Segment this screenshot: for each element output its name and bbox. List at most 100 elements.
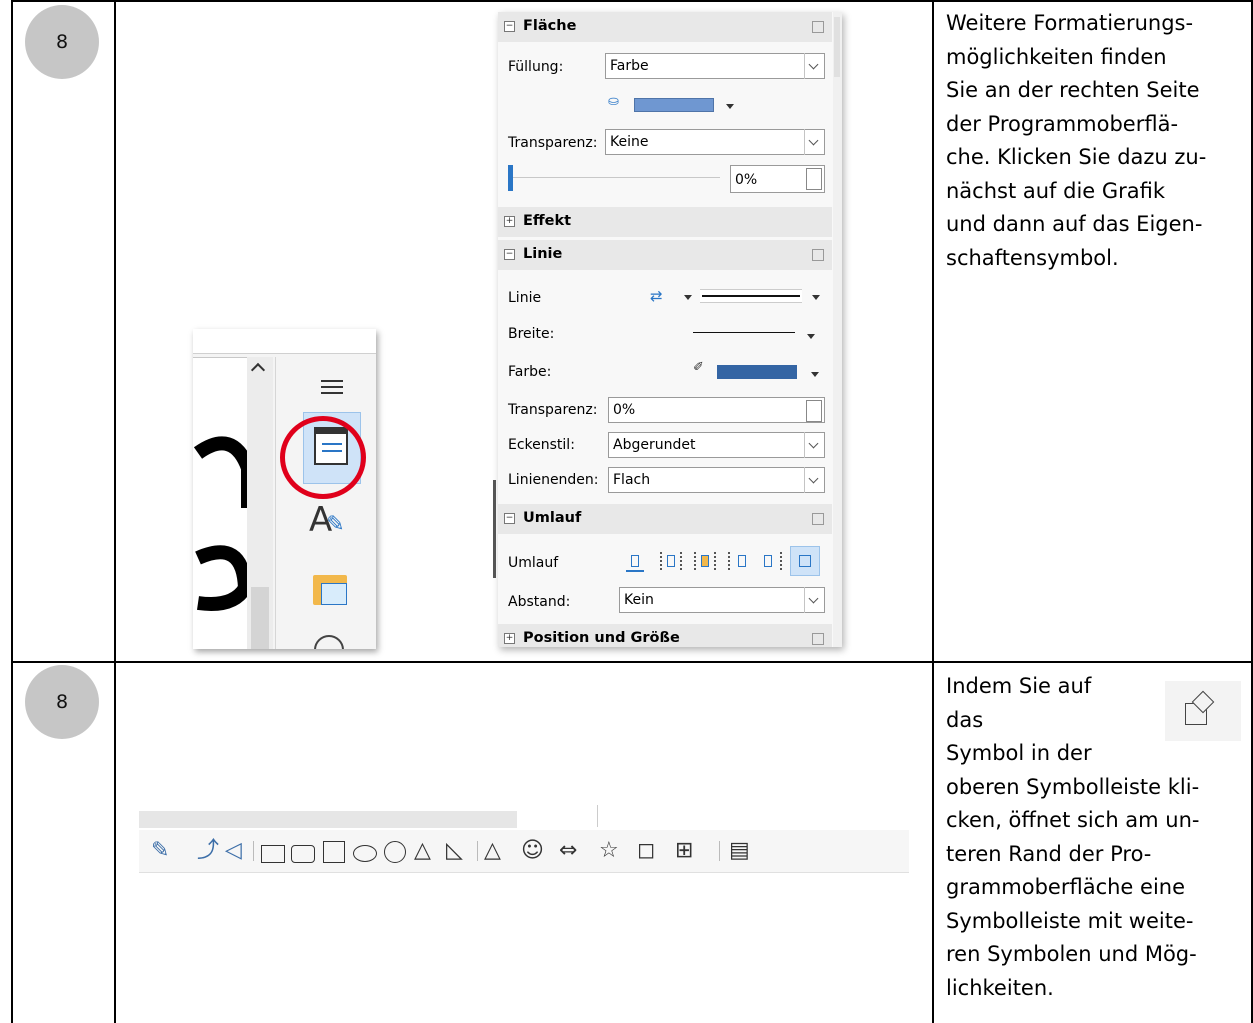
more-options-icon[interactable] [812,513,824,525]
line-icon[interactable]: ⤴ [197,839,219,863]
section-effekt[interactable]: + Effekt [498,207,832,237]
wrap-optimal-icon[interactable] [694,552,716,570]
corner-style-label: Eckenstil: [508,437,575,453]
spin-buttons[interactable] [806,168,822,190]
description-line: Symbolleiste mit weite- [946,908,1194,933]
line-caps-select[interactable]: Flach [608,467,825,493]
corner-style-select[interactable]: Abgerundet [608,432,825,458]
line-color-label: Farbe: [508,364,552,380]
section-title: Fläche [523,18,577,34]
description-line: oberen Symbolleiste kli- [946,774,1200,799]
triangle-icon[interactable]: △ [414,839,431,863]
wrap-parallel-icon[interactable] [660,552,682,570]
vertical-scrollbar[interactable] [247,357,273,649]
scroll-up-icon[interactable] [250,362,266,378]
line-style-sample [700,289,802,303]
description-line: der Programmoberflä- [946,111,1179,136]
line-color-picker[interactable]: ✐ [693,360,828,382]
fill-transparency-percent-value: 0% [735,172,758,188]
description-line: Weitere Formatierungs- [946,11,1194,35]
table-border-left [11,0,13,1023]
star-shapes-icon[interactable]: ☆ [599,839,619,863]
fill-transparency-label: Transparenz: [508,135,598,151]
wrap-spacing-label: Abstand: [508,594,571,610]
rounded-rectangle-icon[interactable] [291,845,315,863]
fill-color-dropdown-icon[interactable] [726,104,734,109]
description-line: cken, öffnet sich am un- [946,808,1200,832]
expand-icon[interactable]: + [504,633,515,644]
circle-icon[interactable] [384,841,406,863]
description-line: teren Rand der Pro- [946,841,1152,866]
polygon-icon[interactable]: ◁ [225,839,242,863]
line-style-picker[interactable]: ⇄ [650,287,830,307]
rectangle-icon[interactable] [261,845,285,863]
fill-select[interactable]: Farbe [605,53,825,79]
flowchart-shapes-icon[interactable]: ⊞ [675,839,693,863]
wrap-label: Umlauf [508,555,559,571]
panel-scrollbar[interactable] [833,12,842,647]
line-width-picker[interactable] [693,330,823,344]
text-icon[interactable]: ▤ [729,839,750,863]
fill-color-picker[interactable]: ⛀ [608,94,738,114]
section-title: Effekt [523,213,572,229]
more-options-icon[interactable] [812,21,824,33]
step-number-badge: 8 [25,665,99,739]
section-position-und-groesse[interactable]: + Position und Größe [498,624,832,647]
drawing-toolbar-screenshot: ✎ ⤴ ◁ △ ◺ △ ☺ ⇔ ☆ ◻ ⊞ ▤ [139,805,909,875]
line-caps-label: Linienenden: [508,472,599,488]
collapse-icon[interactable]: − [504,513,515,524]
table-row-divider [11,661,1253,663]
section-umlauf[interactable]: − Umlauf [498,504,832,534]
more-options-icon[interactable] [812,633,824,645]
curve-icon[interactable]: ✎ [151,839,169,863]
line-caps-value: Flach [613,472,651,488]
wrap-before-icon[interactable] [728,552,748,570]
table-border-col1 [114,0,116,1023]
description-line: und dann auf das Eigen- [946,212,1203,236]
right-triangle-icon[interactable]: ◺ [446,839,463,863]
callout-shapes-icon[interactable]: ◻ [637,839,655,863]
styles-icon[interactable]: A✎ [309,500,345,540]
wrap-none-icon[interactable] [626,552,644,572]
corner-style-value: Abgerundet [613,437,696,453]
fill-transparency-percent[interactable]: 0% [730,165,825,193]
panel-splitter[interactable] [493,480,496,578]
wrap-after-icon[interactable] [762,552,782,570]
line-color-swatch [717,365,797,379]
arrow-style-icon[interactable]: ⇄ [650,287,663,305]
fill-transparency-select[interactable]: Keine [605,129,825,155]
step-number-badge: 8 [25,5,99,79]
section-flaeche[interactable]: − Fläche [498,12,832,42]
wrap-through-icon[interactable] [790,546,820,576]
description-line: ren Symbolen und Mög- [946,942,1197,966]
basic-shapes-icon[interactable]: △ [484,839,501,863]
sidebar-top-strip [193,329,376,354]
line-width-label: Breite: [508,326,555,342]
square-icon[interactable] [323,841,345,863]
scroll-thumb[interactable] [251,587,269,649]
line-transparency-value: 0% [613,402,636,418]
arrow-shapes-icon[interactable]: ⇔ [559,839,577,863]
navigator-icon[interactable] [314,635,344,649]
menu-icon[interactable] [321,380,343,394]
show-draw-functions-icon [1165,681,1241,741]
symbol-shapes-icon[interactable]: ☺ [521,839,544,863]
expand-icon[interactable]: + [504,216,515,227]
line-label: Linie [508,290,542,306]
description-line: schaftensymbol. [946,245,1119,270]
spin-buttons[interactable] [806,400,822,422]
collapse-icon[interactable]: − [504,21,515,32]
gallery-icon[interactable] [313,575,347,605]
slider-handle[interactable] [508,165,513,191]
transparency-slider[interactable] [508,162,720,192]
more-options-icon[interactable] [812,249,824,261]
fill-label: Füllung: [508,59,564,75]
properties-panel: − Fläche Füllung: Farbe ⛀ Transparenz: K… [498,12,842,647]
table-border-col2 [932,0,934,1023]
table-border-top [11,0,1253,2]
collapse-icon[interactable]: − [504,249,515,260]
wrap-spacing-select[interactable]: Kein [619,587,825,613]
ellipse-icon[interactable] [353,845,377,862]
line-transparency-field[interactable]: 0% [608,397,825,423]
section-linie[interactable]: − Linie [498,240,832,270]
